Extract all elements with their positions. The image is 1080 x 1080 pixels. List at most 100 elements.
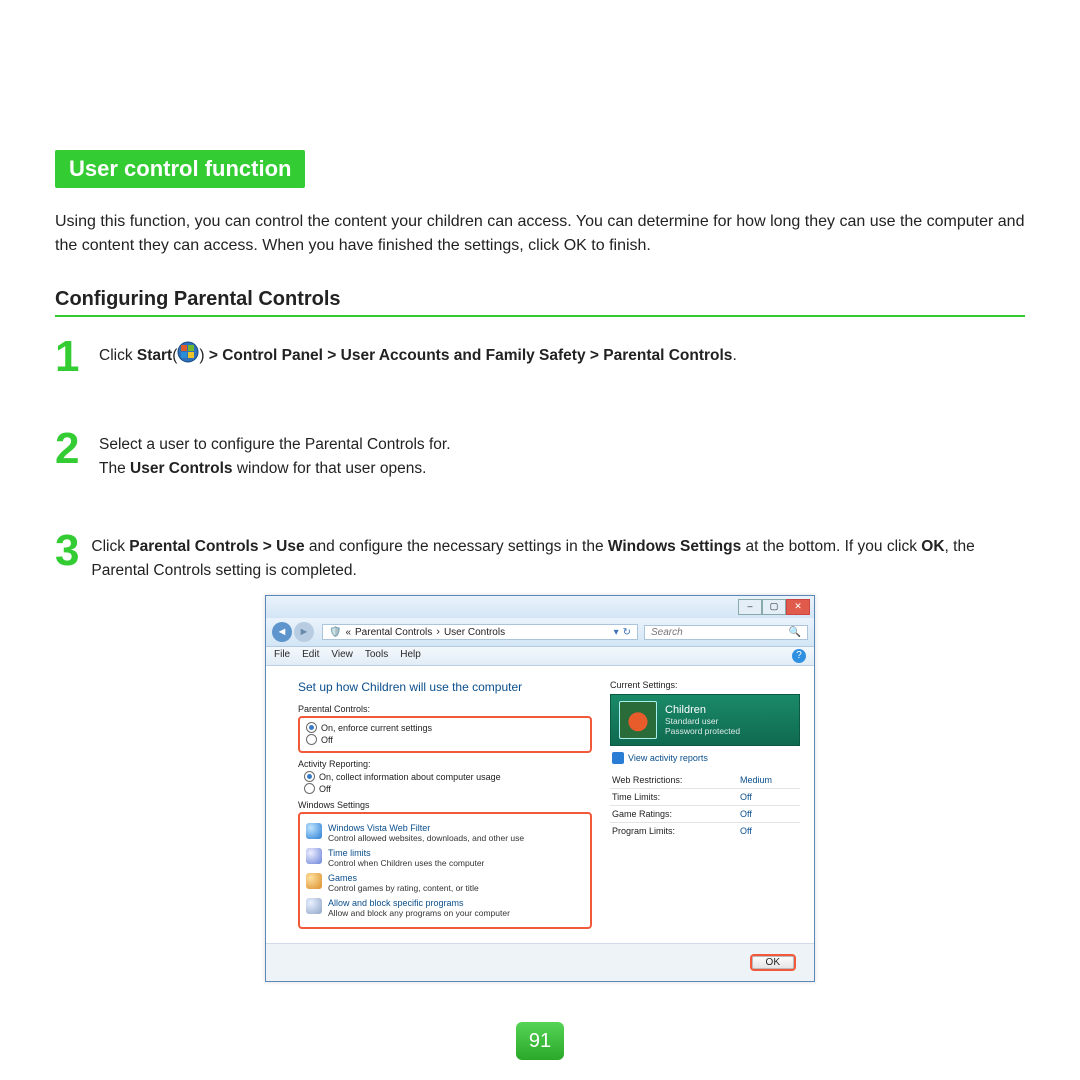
- ws-link: Allow and block specific programs: [328, 898, 510, 908]
- search-input[interactable]: Search 🔍: [644, 625, 808, 640]
- step-2: 2 Select a user to configure the Parenta…: [55, 427, 1025, 481]
- menu-edit[interactable]: Edit: [302, 649, 319, 663]
- view-activity-label: View activity reports: [628, 753, 708, 763]
- ws-web-filter[interactable]: Windows Vista Web FilterControl allowed …: [306, 823, 584, 843]
- pc-off-option[interactable]: Off: [306, 734, 584, 745]
- menu-help[interactable]: Help: [400, 649, 421, 663]
- table-row: Time Limits:Off: [610, 789, 800, 806]
- back-button[interactable]: ◄: [272, 622, 292, 642]
- globe-icon: [306, 823, 322, 839]
- row-key: Web Restrictions:: [610, 772, 738, 789]
- page-title-badge: User control function: [55, 150, 305, 188]
- step1-start: Start: [137, 347, 172, 364]
- search-placeholder: Search: [651, 627, 683, 638]
- step-number: 1: [55, 335, 95, 379]
- step-3: 3 Click Parental Controls > Use and conf…: [55, 529, 1025, 583]
- breadcrumb[interactable]: 🛡️ « Parental Controls › User Controls ▾…: [322, 624, 638, 640]
- windows-settings-highlight: Windows Vista Web FilterControl allowed …: [298, 812, 592, 929]
- ws-programs[interactable]: Allow and block specific programsAllow a…: [306, 898, 584, 918]
- step-body: Select a user to configure the Parental …: [99, 427, 451, 481]
- step2-line2c: window for that user opens.: [233, 460, 427, 477]
- table-row: Program Limits:Off: [610, 823, 800, 840]
- step2-line2b: User Controls: [130, 460, 233, 477]
- radio-icon: [306, 734, 317, 745]
- user-card: Children Standard user Password protecte…: [610, 694, 800, 746]
- ar-off-label: Off: [319, 784, 331, 794]
- ok-button[interactable]: OK: [750, 954, 796, 971]
- ws-desc: Allow and block any programs on your com…: [328, 908, 510, 918]
- user-name: Children: [665, 704, 740, 716]
- minimize-button[interactable]: –: [738, 599, 762, 615]
- dropdown-icon[interactable]: ▾: [614, 627, 619, 638]
- radio-icon: [304, 783, 315, 794]
- s3c: and configure the necessary settings in …: [305, 538, 608, 555]
- window-footer: OK: [266, 943, 814, 981]
- row-key: Game Ratings:: [610, 806, 738, 823]
- settings-table: Web Restrictions:Medium Time Limits:Off …: [610, 772, 800, 839]
- help-icon[interactable]: ?: [792, 649, 806, 663]
- user-password: Password protected: [665, 726, 740, 736]
- step2-line2a: The: [99, 460, 130, 477]
- user-controls-window: – ▢ ✕ ◄ ► 🛡️ « Parental Controls › User …: [265, 595, 815, 982]
- pc-on-option[interactable]: On, enforce current settings: [306, 722, 584, 733]
- table-row: Web Restrictions:Medium: [610, 772, 800, 789]
- forward-button[interactable]: ►: [294, 622, 314, 642]
- ws-desc: Control allowed websites, downloads, and…: [328, 833, 524, 843]
- ws-link: Windows Vista Web Filter: [328, 823, 524, 833]
- ar-group-label: Activity Reporting:: [298, 759, 592, 769]
- step1-path: > Control Panel > User Accounts and Fami…: [205, 347, 733, 364]
- step-body: Click Parental Controls > Use and config…: [91, 529, 1025, 583]
- page-number-badge: 91: [516, 1022, 564, 1060]
- crumb-sep: ›: [436, 626, 440, 638]
- step1-dot: .: [732, 347, 736, 364]
- menu-file[interactable]: File: [274, 649, 290, 663]
- ws-link: Time limits: [328, 848, 484, 858]
- step-number: 2: [55, 427, 95, 471]
- parental-controls-highlight: On, enforce current settings Off: [298, 716, 592, 753]
- avatar: [619, 701, 657, 739]
- menu-bar: File Edit View Tools Help ?: [266, 647, 814, 666]
- game-icon: [306, 873, 322, 889]
- s3d: Windows Settings: [608, 538, 741, 555]
- current-settings-label: Current Settings:: [610, 680, 800, 690]
- ws-heading: Windows Settings: [298, 800, 592, 810]
- ws-link: Games: [328, 873, 479, 883]
- row-key: Time Limits:: [610, 789, 738, 806]
- ar-on-option[interactable]: On, collect information about computer u…: [298, 771, 592, 782]
- table-row: Game Ratings:Off: [610, 806, 800, 823]
- menu-view[interactable]: View: [331, 649, 353, 663]
- row-val: Off: [738, 789, 800, 806]
- maximize-button[interactable]: ▢: [762, 599, 786, 615]
- ws-games[interactable]: GamesControl games by rating, content, o…: [306, 873, 584, 893]
- step-body: Click Start() > Control Panel > User Acc…: [99, 335, 737, 371]
- refresh-icon[interactable]: ↻: [623, 627, 631, 638]
- row-val: Off: [738, 806, 800, 823]
- close-button[interactable]: ✕: [786, 599, 810, 615]
- step-1: 1 Click Start() > Control Panel > User A…: [55, 335, 1025, 379]
- block-icon: [306, 898, 322, 914]
- s3e: at the bottom. If you click: [741, 538, 921, 555]
- windows-start-icon: [177, 341, 199, 371]
- intro-text: Using this function, you can control the…: [55, 210, 1025, 258]
- s3f: OK: [921, 538, 944, 555]
- step-number: 3: [55, 529, 87, 573]
- crumb-parental: Parental Controls: [355, 627, 432, 638]
- pc-off-label: Off: [321, 735, 333, 745]
- view-activity-link[interactable]: View activity reports: [612, 752, 708, 764]
- window-caption-buttons: – ▢ ✕: [266, 596, 814, 618]
- clock-icon: [306, 848, 322, 864]
- step1-text-a: Click: [99, 347, 137, 364]
- menu-tools[interactable]: Tools: [365, 649, 388, 663]
- row-val: Off: [738, 823, 800, 840]
- shield-icon: 🛡️: [329, 627, 341, 638]
- ws-time-limits[interactable]: Time limitsControl when Children uses th…: [306, 848, 584, 868]
- search-icon: 🔍: [789, 627, 801, 638]
- s3a: Click: [91, 538, 129, 555]
- ar-on-label: On, collect information about computer u…: [319, 772, 501, 782]
- ar-off-option[interactable]: Off: [298, 783, 592, 794]
- pc-on-label: On, enforce current settings: [321, 723, 432, 733]
- setup-heading: Set up how Children will use the compute…: [298, 680, 592, 694]
- report-icon: [612, 752, 624, 764]
- radio-icon: [306, 722, 317, 733]
- ws-desc: Control when Children uses the computer: [328, 858, 484, 868]
